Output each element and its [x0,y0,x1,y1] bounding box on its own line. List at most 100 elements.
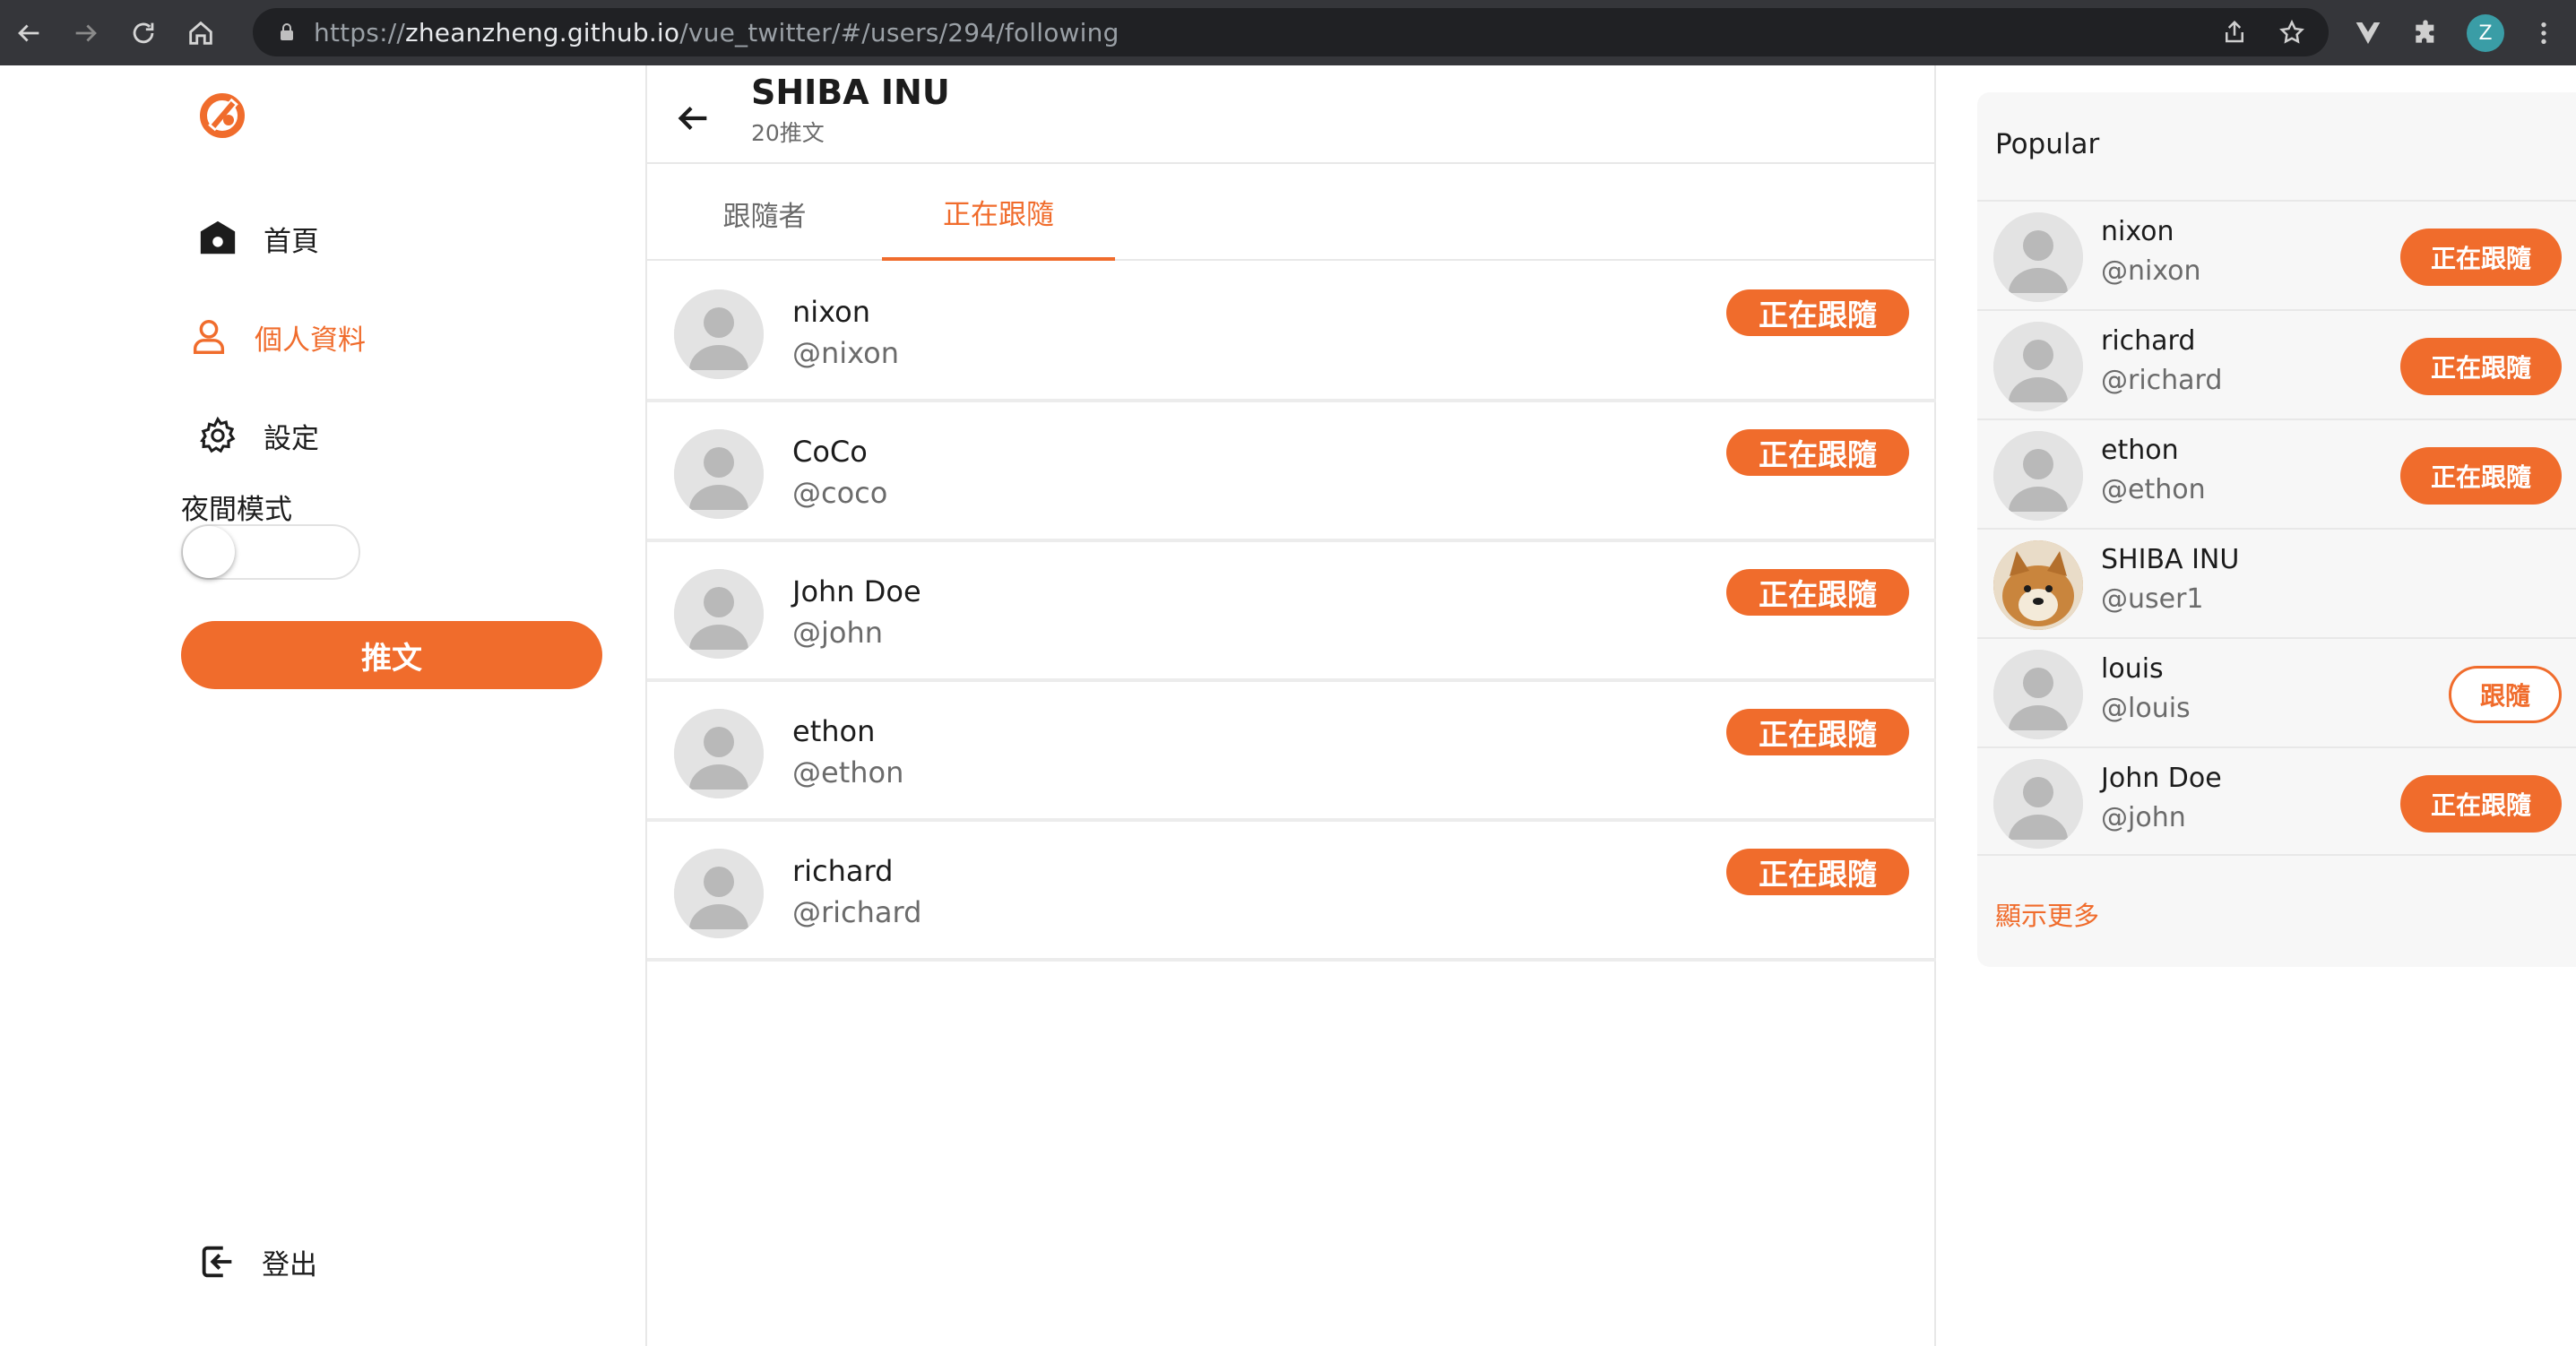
default-avatar-icon [674,429,764,519]
follow-button[interactable]: 跟隨 [2449,666,2562,723]
avatar[interactable] [674,429,764,519]
avatar[interactable] [1993,212,2083,302]
night-mode-toggle[interactable] [181,524,360,580]
avatar[interactable] [1993,759,2083,849]
user-name: richard [2101,325,2196,357]
user-handle: @user1 [2101,583,2204,615]
browser-reload-button[interactable] [115,0,172,65]
nav-home[interactable]: 首頁 [197,218,319,259]
browser-forward-button[interactable] [57,0,115,65]
arrow-right-icon [75,23,97,42]
popular-user-row[interactable]: SHIBA INU @user1 [1977,528,2576,637]
show-more-link[interactable]: 顯示更多 [1995,895,2099,933]
browser-profile-avatar[interactable]: Z [2467,14,2504,52]
tab-followers[interactable]: 跟隨者 [647,166,882,261]
avatar[interactable] [674,849,764,938]
more-vertical-icon [2541,22,2546,44]
user-handle: @nixon [2101,255,2201,287]
extensions-button[interactable] [2411,0,2440,65]
following-button[interactable]: 正在跟隨 [2400,338,2562,395]
nav-settings[interactable]: 設定 [197,415,319,456]
gear-icon [200,416,236,453]
avatar[interactable] [1993,650,2083,739]
vue-icon [2356,22,2381,44]
night-mode-label: 夜間模式 [181,494,292,526]
browser-menu-button[interactable] [2529,0,2558,65]
following-button[interactable]: 正在跟隨 [2400,775,2562,833]
following-button[interactable]: 正在跟隨 [1726,429,1909,476]
default-avatar-icon [1993,431,2083,521]
avatar[interactable] [1993,322,2083,411]
user-name: richard [792,854,894,888]
toggle-knob [183,526,235,578]
user-handle: @richard [792,895,922,929]
nav-settings-label: 設定 [264,422,319,455]
home-icon [200,220,236,255]
popular-user-row[interactable]: nixon @nixon 正在跟隨 [1977,200,2576,309]
popular-title: Popular [1995,128,2100,160]
puzzle-icon [2416,19,2434,43]
avatar[interactable] [674,289,764,379]
user-name: nixon [2101,216,2174,247]
tweet-button[interactable]: 推文 [181,621,602,689]
following-row[interactable]: nixon @nixon 正在跟隨 [647,263,1936,402]
default-avatar-icon [674,289,764,379]
arrow-left-icon [18,23,39,42]
user-name: ethon [2101,435,2179,466]
nav-profile-label: 個人資料 [255,324,366,357]
following-button[interactable]: 正在跟隨 [2400,229,2562,286]
default-avatar-icon [674,709,764,798]
user-name: John Doe [792,574,921,608]
browser-toolbar: https://zheanzheng.github.io/vue_twitter… [0,0,2576,65]
nav-profile[interactable]: 個人資料 [188,316,366,358]
default-avatar-icon [1993,212,2083,302]
user-name: louis [2101,653,2164,685]
user-handle: @ethon [2101,474,2206,505]
following-button[interactable]: 正在跟隨 [2400,447,2562,505]
star-icon[interactable] [2278,19,2305,46]
avatar[interactable] [674,709,764,798]
default-avatar-icon [1993,650,2083,739]
following-row[interactable]: richard @richard 正在跟隨 [647,822,1936,962]
url-text: https://zheanzheng.github.io/vue_twitter… [314,17,1119,47]
browser-home-button[interactable] [172,0,229,65]
popular-user-row[interactable]: ethon @ethon 正在跟隨 [1977,418,2576,528]
user-name: CoCo [792,435,868,469]
share-icon[interactable] [2221,19,2248,46]
user-handle: @coco [792,476,888,510]
user-handle: @louis [2101,693,2191,724]
reload-icon [133,22,154,43]
avatar[interactable] [1993,431,2083,521]
popular-user-row[interactable]: richard @richard 正在跟隨 [1977,309,2576,418]
following-row[interactable]: ethon @ethon 正在跟隨 [647,682,1936,822]
main-column: SHIBA INU 20推文 跟隨者 正在跟隨 nixon @nixon 正在跟… [645,65,1936,1346]
lock-icon [281,23,293,40]
shiba-dog-avatar-icon [1993,540,2083,630]
logout-icon [202,1246,232,1278]
user-name: nixon [792,295,870,329]
logout-button[interactable]: 登出 [197,1241,317,1282]
popular-user-row[interactable]: John Doe @john 正在跟隨 [1977,746,2576,856]
avatar[interactable] [674,569,764,659]
following-row[interactable]: John Doe @john 正在跟隨 [647,542,1936,682]
profile-name: SHIBA INU [751,73,950,112]
browser-back-button[interactable] [0,0,57,65]
back-arrow-icon[interactable] [672,98,713,139]
tab-following[interactable]: 正在跟隨 [882,166,1115,261]
following-row[interactable]: CoCo @coco 正在跟隨 [647,402,1936,542]
user-name: John Doe [2101,763,2222,794]
following-button[interactable]: 正在跟隨 [1726,569,1909,616]
vue-devtools-extension[interactable] [2354,0,2382,65]
default-avatar-icon [1993,759,2083,849]
following-button[interactable]: 正在跟隨 [1726,709,1909,755]
following-button[interactable]: 正在跟隨 [1726,289,1909,336]
avatar[interactable] [1993,540,2083,630]
default-avatar-icon [674,849,764,938]
address-bar[interactable]: https://zheanzheng.github.io/vue_twitter… [253,8,2329,56]
profile-header: SHIBA INU 20推文 [647,65,1936,164]
user-name: ethon [792,714,876,748]
home-outline-icon [189,21,212,45]
logo-icon[interactable] [199,92,246,139]
popular-user-row[interactable]: louis @louis 跟隨 [1977,637,2576,746]
following-button[interactable]: 正在跟隨 [1726,849,1909,895]
